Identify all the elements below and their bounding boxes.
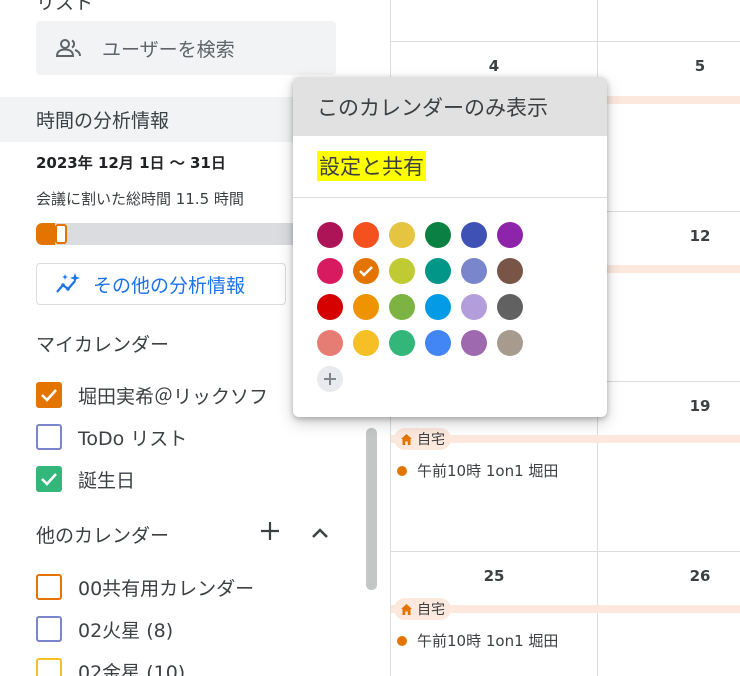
color-swatch[interactable] — [425, 222, 451, 248]
my-calendars-title[interactable]: マイカレンダー — [36, 330, 169, 357]
color-swatch[interactable] — [389, 222, 415, 248]
calendar-label: 02火星 (8) — [78, 619, 174, 642]
row-divider — [391, 551, 740, 552]
row-divider — [391, 41, 740, 42]
color-swatch[interactable] — [425, 330, 451, 356]
color-swatch[interactable] — [461, 258, 487, 284]
calendar-item-personal[interactable]: 堀田実希＠リックソフ — [36, 380, 268, 410]
color-swatch[interactable] — [317, 330, 343, 356]
search-users-input[interactable]: ユーザーを検索 — [36, 21, 336, 75]
day-number[interactable]: 12 — [685, 227, 715, 245]
home-icon — [401, 603, 412, 615]
sidebar-scrollbar[interactable] — [366, 428, 377, 590]
calendar-item-todo[interactable]: ToDo リスト — [36, 422, 187, 452]
event-label: 午前10時 1on1 堀田 — [417, 462, 559, 480]
color-swatch[interactable] — [461, 222, 487, 248]
color-swatch[interactable] — [353, 330, 379, 356]
meeting-time-bar — [36, 223, 298, 245]
color-swatch[interactable] — [353, 258, 379, 284]
day-number[interactable]: 19 — [685, 397, 715, 415]
event-1on1[interactable]: 午前10時 1on1 堀田 — [397, 460, 558, 481]
home-chip-label: 自宅 — [417, 602, 445, 618]
color-swatch[interactable] — [425, 294, 451, 320]
home-chip-label: 自宅 — [417, 432, 445, 448]
calendar-item-venus[interactable]: 02金星 (10) — [36, 656, 185, 676]
other-calendars-title[interactable]: 他のカレンダー — [36, 521, 169, 548]
settings-and-sharing-menu-item[interactable]: 設定と共有 — [293, 136, 607, 196]
settings-and-sharing-label: 設定と共有 — [317, 151, 426, 181]
color-swatch[interactable] — [389, 330, 415, 356]
add-other-calendar-button[interactable] — [256, 517, 284, 545]
check-icon — [41, 389, 57, 402]
day-number[interactable]: 4 — [479, 57, 509, 75]
color-swatch[interactable] — [425, 258, 451, 284]
calendar-label: 00共有用カレンダー — [78, 577, 255, 600]
calendar-label: 誕生日 — [78, 469, 136, 492]
search-placeholder: ユーザーを検索 — [102, 38, 235, 61]
calendar-checkbox[interactable] — [36, 382, 62, 408]
calendar-checkbox[interactable] — [36, 424, 62, 450]
calendar-checkbox[interactable] — [36, 658, 62, 676]
color-swatch[interactable] — [497, 222, 523, 248]
meeting-time-bar-marker — [55, 224, 67, 244]
event-color-dot — [397, 465, 407, 476]
calendar-item-birthdays[interactable]: 誕生日 — [36, 464, 135, 494]
insights-date-range: 2023年 12月 1日 〜 31日 — [36, 154, 226, 172]
home-location-chip[interactable]: 自宅 — [394, 428, 451, 450]
check-icon — [41, 473, 57, 486]
day-number[interactable]: 26 — [685, 567, 715, 585]
calendar-label: 02金星 (10) — [78, 661, 186, 676]
event-1on1[interactable]: 午前10時 1on1 堀田 — [397, 630, 558, 651]
home-icon — [401, 433, 412, 445]
color-swatch[interactable] — [497, 258, 523, 284]
color-swatch[interactable] — [353, 222, 379, 248]
time-insights-title: 時間の分析情報 — [36, 110, 170, 132]
more-insights-button[interactable]: その他の分析情報 — [36, 263, 286, 305]
home-location-chip[interactable]: 自宅 — [394, 598, 451, 620]
color-swatch[interactable] — [389, 294, 415, 320]
day-number[interactable]: 25 — [479, 567, 509, 585]
meeting-hours-summary: 会議に割いた総時間 11.5 時間 — [36, 190, 244, 208]
calendar-checkbox[interactable] — [36, 574, 62, 600]
color-swatch[interactable] — [461, 294, 487, 320]
calendar-label: 堀田実希＠リックソフ — [78, 385, 269, 408]
plus-icon — [261, 522, 279, 540]
calendar-item-shared[interactable]: 00共有用カレンダー — [36, 572, 254, 602]
check-icon — [359, 266, 373, 277]
collapse-other-calendars-button[interactable] — [306, 519, 334, 547]
color-swatch[interactable] — [317, 294, 343, 320]
display-only-this-menu-item[interactable]: このカレンダーのみ表示 — [293, 77, 607, 136]
chevron-up-icon — [312, 528, 328, 538]
meeting-time-bar-fill — [36, 223, 55, 245]
section-title-lists: リスト — [36, 0, 94, 14]
add-custom-color-button[interactable] — [317, 366, 343, 392]
color-swatch[interactable] — [497, 330, 523, 356]
color-swatch[interactable] — [389, 258, 415, 284]
more-insights-label: その他の分析情報 — [93, 274, 246, 297]
calendar-item-mars[interactable]: 02火星 (8) — [36, 614, 173, 644]
calendar-checkbox[interactable] — [36, 466, 62, 492]
color-swatch[interactable] — [461, 330, 487, 356]
people-icon — [56, 35, 82, 61]
plus-icon — [324, 373, 336, 385]
menu-divider — [293, 197, 607, 198]
color-swatch[interactable] — [497, 294, 523, 320]
calendar-label: ToDo リスト — [78, 427, 188, 450]
sparkle-chart-icon — [55, 270, 83, 298]
calendar-options-menu: このカレンダーのみ表示 設定と共有 — [293, 77, 607, 417]
calendar-checkbox[interactable] — [36, 616, 62, 642]
event-label: 午前10時 1on1 堀田 — [417, 632, 559, 650]
display-only-this-label: このカレンダーのみ表示 — [317, 95, 548, 120]
event-color-dot — [397, 635, 407, 646]
color-swatch[interactable] — [317, 222, 343, 248]
day-number[interactable]: 5 — [685, 57, 715, 75]
color-swatch[interactable] — [353, 294, 379, 320]
color-swatch[interactable] — [317, 258, 343, 284]
